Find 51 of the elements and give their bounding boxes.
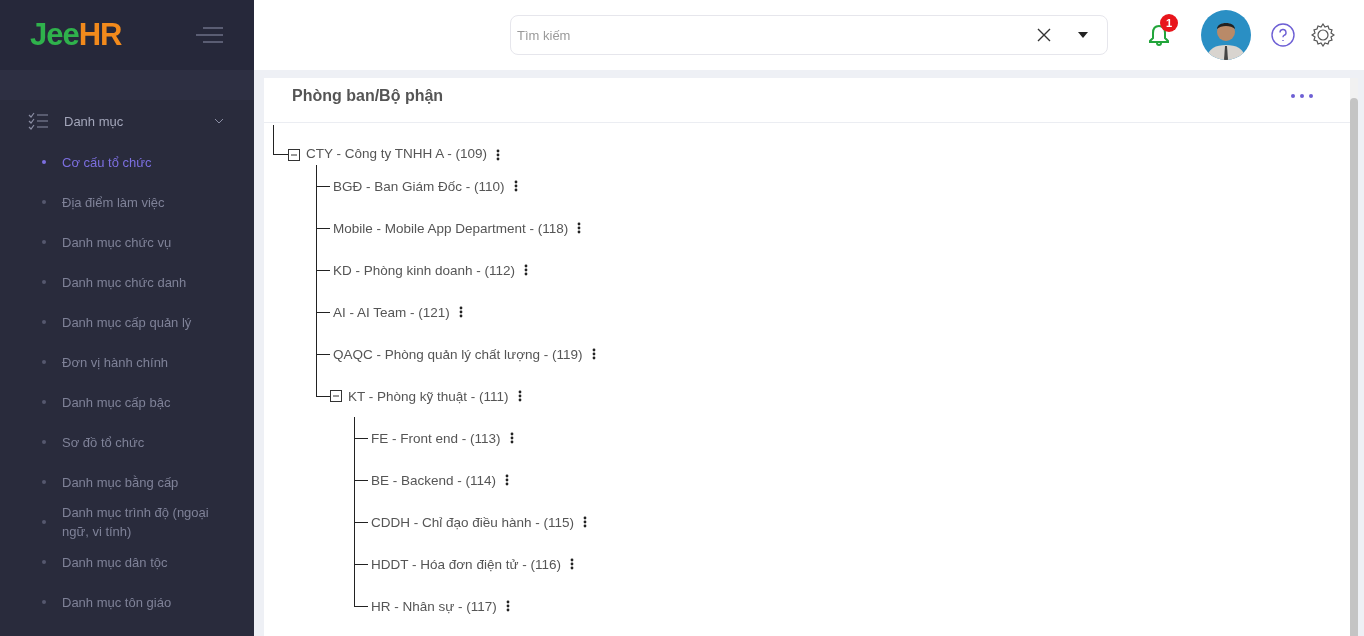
more-icon[interactable] — [577, 222, 582, 234]
sidebar-item[interactable]: Danh mục chức danh — [0, 262, 254, 302]
more-icon[interactable] — [583, 516, 588, 528]
sidebar-item[interactable]: Danh mục trình độ (ngoại ngữ, vi tính) — [0, 502, 254, 542]
help-icon[interactable] — [1271, 23, 1295, 47]
sidebar-item[interactable]: Địa điểm làm việc — [0, 182, 254, 222]
tree-node[interactable]: AI - AI Team - (121) — [333, 304, 450, 320]
tree-node[interactable]: KT - Phòng kỹ thuật - (111) — [348, 388, 509, 404]
tree-node[interactable]: CDDH - Chỉ đạo điều hành - (115) — [371, 514, 575, 530]
more-icon[interactable] — [591, 348, 596, 360]
tree-node[interactable]: KD - Phòng kinh doanh - (112) — [333, 262, 516, 278]
more-icon[interactable] — [569, 558, 574, 570]
sidebar-item[interactable]: Danh mục cấp quản lý — [0, 302, 254, 342]
scrollbar-thumb[interactable] — [1350, 98, 1358, 636]
sidebar-item[interactable]: Danh mục chức vụ — [0, 222, 254, 262]
checklist-icon — [28, 112, 48, 130]
tree-node[interactable]: HR - Nhân sự - (117) — [371, 598, 497, 614]
more-icon[interactable] — [505, 600, 510, 612]
tree-node[interactable]: CTY - Công ty TNHH A - (109) — [306, 146, 488, 161]
collapse-toggle[interactable] — [330, 390, 342, 402]
tree-node[interactable]: FE - Front end - (113) — [371, 430, 501, 446]
chevron-icon — [214, 118, 224, 124]
sidebar-item[interactable]: Sơ đồ tổ chức — [0, 422, 254, 462]
sidebar-item[interactable]: Cơ cấu tổ chức — [0, 142, 254, 182]
avatar[interactable] — [1201, 10, 1251, 60]
notification-badge: 1 — [1160, 14, 1178, 32]
tree-node[interactable]: BE - Backend - (114) — [371, 472, 497, 488]
more-icon[interactable] — [509, 432, 514, 444]
settings-icon[interactable] — [1311, 23, 1335, 47]
more-icon[interactable] — [496, 149, 501, 161]
close-icon[interactable] — [1037, 28, 1051, 42]
more-icon[interactable] — [505, 474, 510, 486]
more-icon[interactable] — [524, 264, 529, 276]
search-field[interactable]: Tìm kiếm — [510, 15, 1108, 55]
menu-section[interactable]: Danh mục — [0, 100, 254, 142]
tree-node[interactable]: QAQC - Phòng quản lý chất lượng - (119) — [333, 346, 583, 362]
sidebar-item[interactable]: Danh mục tôn giáo — [0, 582, 254, 622]
sidebar-item[interactable]: Danh mục cấp bậc — [0, 382, 254, 422]
sidebar-item[interactable]: Đơn vị hành chính — [0, 342, 254, 382]
sidebar-item[interactable]: Danh mục bằng cấp — [0, 462, 254, 502]
panel-title: Phòng ban/Bộ phận — [292, 87, 444, 105]
more-icon[interactable] — [458, 306, 463, 318]
tree-node[interactable]: HDDT - Hóa đơn điện tử - (116) — [371, 556, 561, 572]
collapse-toggle[interactable] — [288, 149, 300, 161]
sidebar-item[interactable]: Danh mục dân tộc — [0, 542, 254, 582]
tree-node[interactable]: BGĐ - Ban Giám Đốc - (110) — [333, 178, 505, 194]
tree-node[interactable]: Mobile - Mobile App Department - (118) — [333, 220, 569, 236]
more-icon[interactable] — [517, 390, 522, 402]
logo: JeeHR — [30, 17, 122, 53]
caret-icon[interactable] — [1078, 32, 1088, 38]
more-icon[interactable] — [513, 180, 518, 192]
